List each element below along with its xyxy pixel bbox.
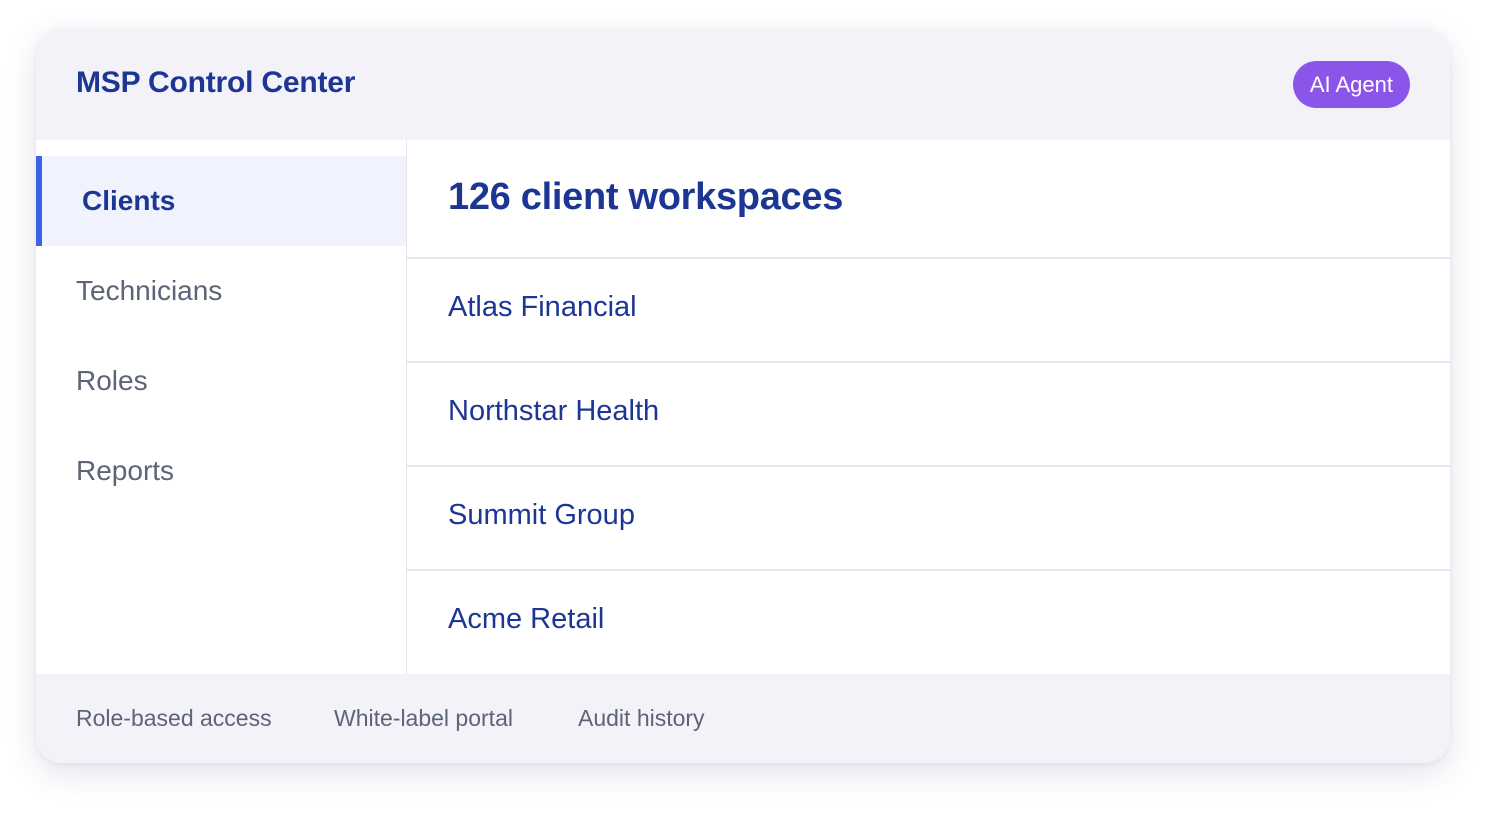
footer-link-role-based-access[interactable]: Role-based access — [76, 705, 272, 732]
list-item[interactable]: Summit Group — [407, 467, 1450, 571]
list-item[interactable]: Atlas Financial — [407, 259, 1450, 363]
sidebar-item-technicians[interactable]: Technicians — [36, 246, 406, 336]
client-name: Acme Retail — [448, 603, 605, 635]
main-panel: 126 client workspaces Atlas Financial No… — [407, 140, 1450, 674]
client-name: Atlas Financial — [448, 291, 637, 323]
footer-link-audit-history[interactable]: Audit history — [578, 705, 705, 732]
sidebar-nav: Clients Technicians Roles Reports — [36, 140, 407, 674]
app-header: MSP Control Center AI Agent — [36, 28, 1450, 140]
app-title: MSP Control Center — [76, 66, 356, 99]
sidebar-item-roles[interactable]: Roles — [36, 336, 406, 426]
ai-agent-button[interactable]: AI Agent — [1292, 61, 1410, 108]
client-name: Northstar Health — [448, 395, 660, 427]
client-name: Summit Group — [448, 499, 635, 531]
workspace-count-heading: 126 client workspaces — [448, 176, 844, 218]
footer-link-white-label-portal[interactable]: White-label portal — [334, 705, 513, 732]
sidebar-item-reports[interactable]: Reports — [36, 426, 406, 516]
page-title: 126 client workspaces — [407, 140, 1450, 259]
sidebar-item-clients[interactable]: Clients — [36, 156, 406, 246]
control-center-card: MSP Control Center AI Agent Clients Tech… — [36, 28, 1450, 763]
list-item[interactable]: Acme Retail — [407, 571, 1450, 675]
feature-footer: Role-based access White-label portal Aud… — [36, 674, 1450, 763]
list-item[interactable]: Northstar Health — [407, 363, 1450, 467]
